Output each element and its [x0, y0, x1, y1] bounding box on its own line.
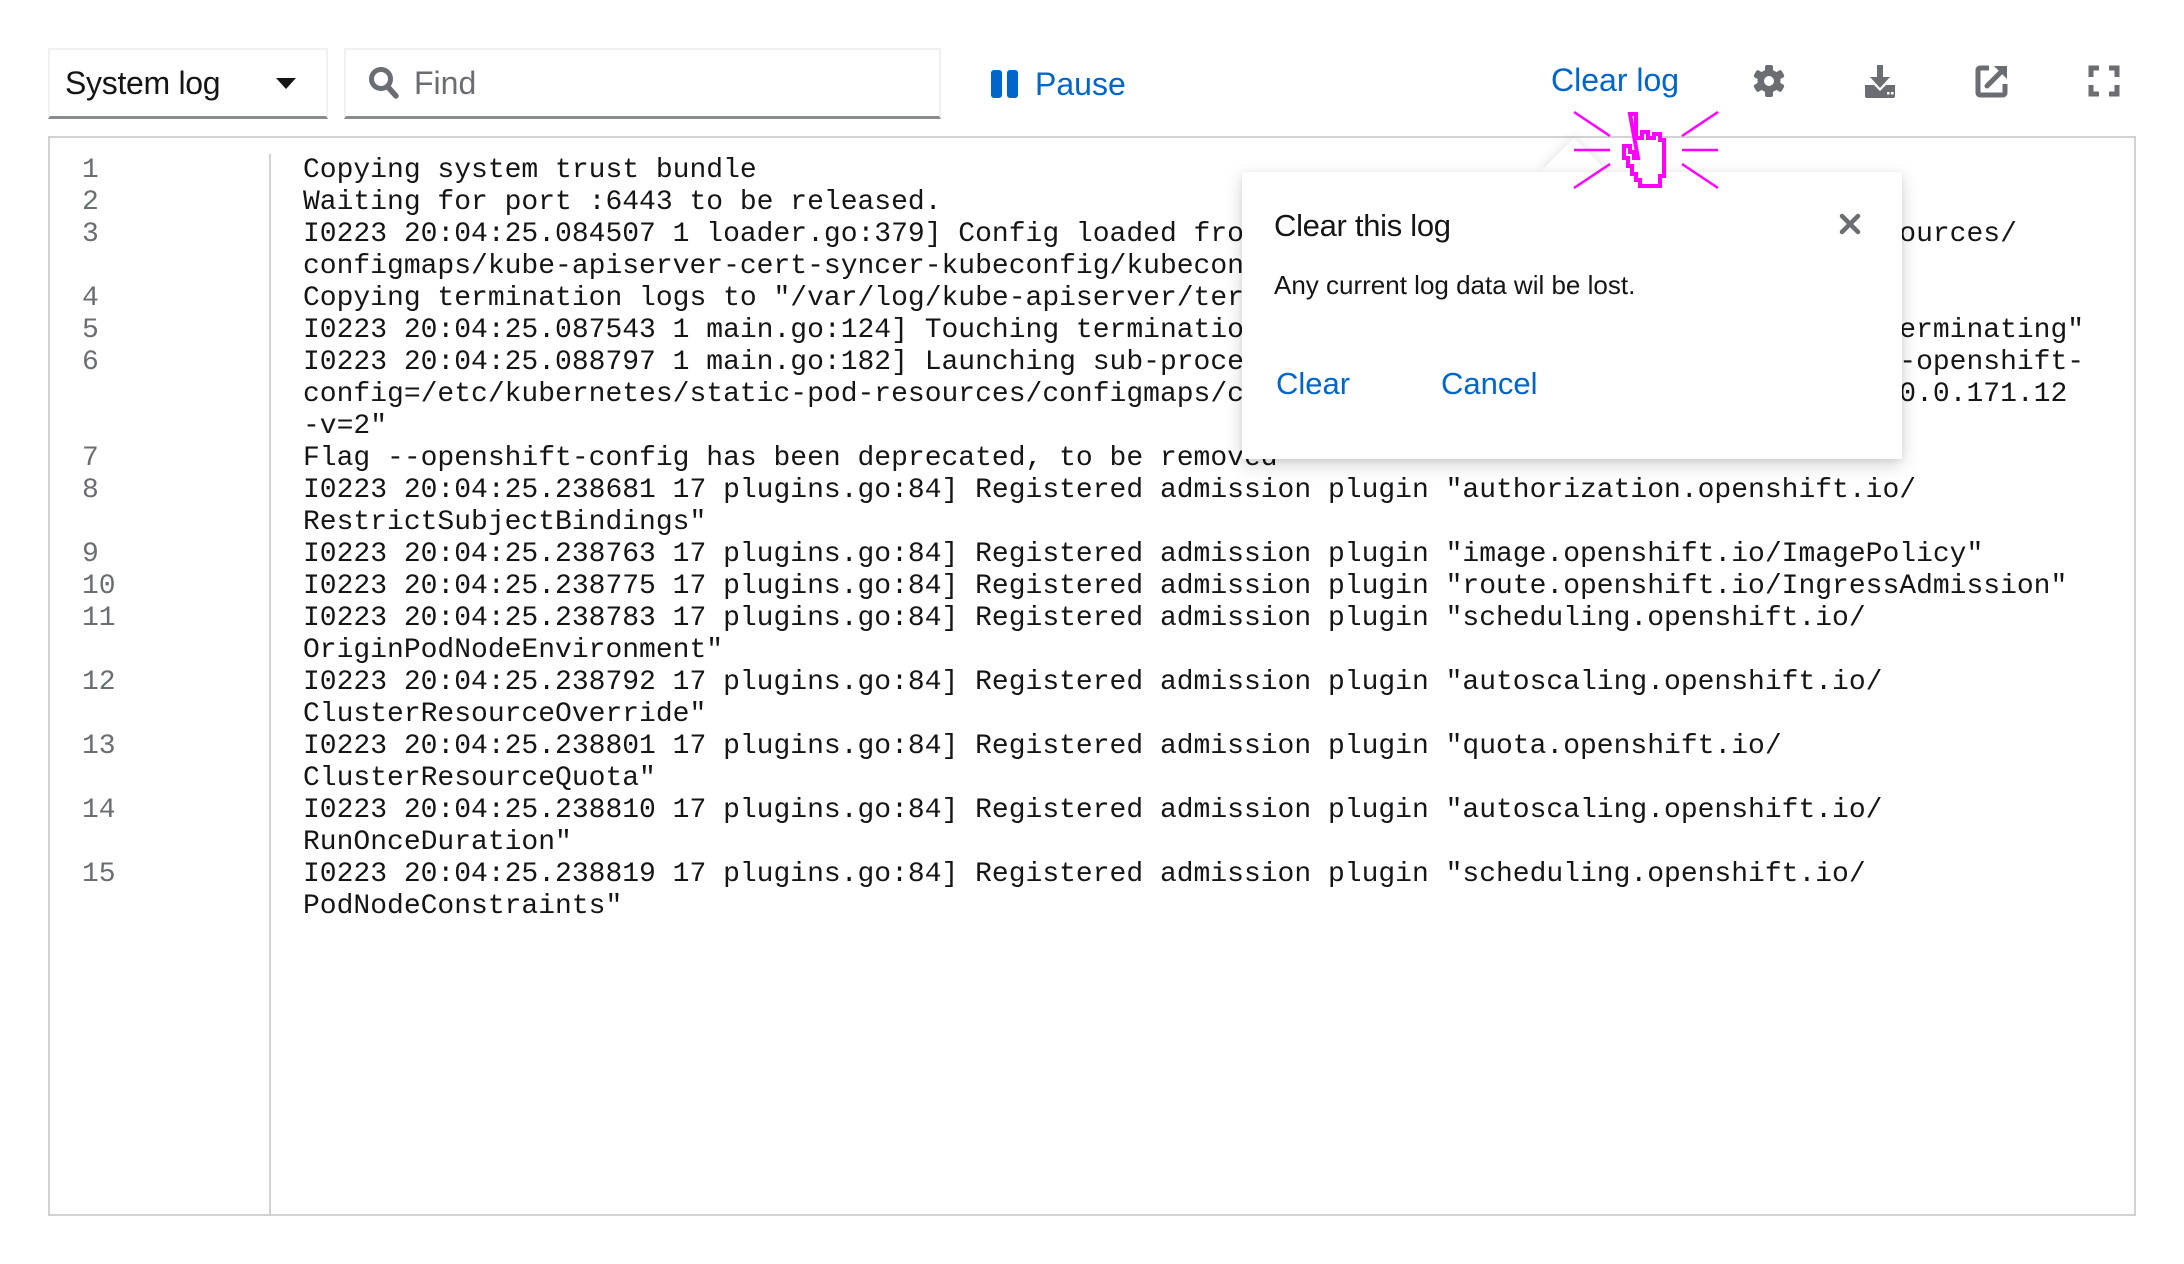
log-line-continuation: ClusterResourceQuota" [50, 763, 2134, 795]
line-number: 4 [82, 283, 99, 314]
fullscreen-icon [2088, 65, 2120, 97]
find-input[interactable] [414, 64, 894, 102]
cancel-button[interactable]: Cancel [1441, 366, 1538, 402]
log-line-text: OriginPodNodeEnvironment" [303, 635, 724, 666]
log-line: 12 I0223 20:04:25.238792 17 plugins.go:84… [50, 667, 2134, 699]
caret-down-icon [276, 77, 296, 89]
popover-close-button[interactable] [1838, 212, 1862, 236]
log-line-text: RunOnceDuration" [303, 827, 572, 858]
line-number [50, 699, 270, 731]
line-number: 11 [82, 603, 116, 634]
log-line-text: I0223 20:04:25.238775 17 plugins.go:84] … [303, 571, 2068, 602]
line-number: 9 [82, 539, 99, 570]
external-link-icon [1975, 65, 2008, 98]
log-line: 9 I0223 20:04:25.238763 17 plugins.go:84]… [50, 539, 2134, 571]
pause-icon [991, 70, 1018, 98]
log-line: 8 I0223 20:04:25.238681 17 plugins.go:84]… [50, 475, 2134, 507]
line-number: 12 [82, 667, 116, 698]
log-line-continuation: ClusterResourceOverride" [50, 699, 2134, 731]
log-source-select[interactable]: System log [48, 48, 328, 119]
line-number: 14 [82, 795, 116, 826]
log-line-text: PodNodeConstraints" [303, 891, 623, 922]
download-icon [1865, 65, 1895, 98]
line-number: 5 [82, 315, 99, 346]
log-line-continuation: OriginPodNodeEnvironment" [50, 635, 2134, 667]
log-line-text: ClusterResourceQuota" [303, 763, 656, 794]
line-number: 10 [82, 571, 116, 602]
log-line-text: I0223 20:04:25.238681 17 plugins.go:84] … [303, 475, 1917, 506]
log-line-text: RestrictSubjectBindings" [303, 507, 707, 538]
line-number: 13 [82, 731, 116, 762]
download-button[interactable] [1863, 64, 1897, 98]
log-line: 14 I0223 20:04:25.238810 17 plugins.go:84… [50, 795, 2134, 827]
popover-title: Clear this log [1274, 208, 1451, 243]
search-icon [369, 67, 399, 99]
clear-log-popover: Clear this log Any current log data wil … [1242, 172, 1902, 459]
find-field[interactable] [344, 48, 941, 119]
log-line-continuation: RunOnceDuration" [50, 827, 2134, 859]
line-number: 2 [82, 187, 99, 218]
popover-body: Any current log data wil be lost. [1274, 270, 1636, 300]
line-number [50, 251, 270, 283]
close-icon [1839, 213, 1861, 235]
log-line-text: I0223 20:04:25.238819 17 plugins.go:84] … [303, 859, 1866, 890]
line-number [50, 507, 270, 539]
log-line: 10 I0223 20:04:25.238775 17 plugins.go:84… [50, 571, 2134, 603]
line-number [50, 891, 270, 923]
log-line-continuation: RestrictSubjectBindings" [50, 507, 2134, 539]
line-number: 6 [82, 347, 99, 378]
log-line-text: I0223 20:04:25.238783 17 plugins.go:84] … [303, 603, 1866, 634]
log-line: 11 I0223 20:04:25.238783 17 plugins.go:84… [50, 603, 2134, 635]
confirm-clear-button[interactable]: Clear [1276, 366, 1350, 402]
clear-log-button[interactable]: Clear log [1551, 62, 1679, 99]
fullscreen-button[interactable] [2087, 64, 2121, 98]
log-line: 13 I0223 20:04:25.238801 17 plugins.go:84… [50, 731, 2134, 763]
open-in-new-window-button[interactable] [1975, 64, 2009, 98]
log-line-text: ClusterResourceOverride" [303, 699, 707, 730]
log-line-continuation: PodNodeConstraints" [50, 891, 2134, 923]
line-number: 8 [82, 475, 99, 506]
log-line: 15 I0223 20:04:25.238819 17 plugins.go:84… [50, 859, 2134, 891]
line-number [50, 411, 270, 443]
line-number [50, 635, 270, 667]
log-line-text: I0223 20:04:25.238792 17 plugins.go:84] … [303, 667, 1883, 698]
pause-button[interactable]: Pause [991, 64, 1126, 104]
line-number [50, 763, 270, 795]
settings-icon [1753, 65, 1785, 97]
log-line-text: I0223 20:04:25.238810 17 plugins.go:84] … [303, 795, 1883, 826]
log-line-text: I0223 20:04:25.238801 17 plugins.go:84] … [303, 731, 1782, 762]
log-line-text: I0223 20:04:25.238763 17 plugins.go:84] … [303, 539, 1984, 570]
settings-button[interactable] [1752, 64, 1786, 98]
line-number: 7 [82, 443, 99, 474]
line-number: 1 [82, 155, 99, 186]
line-number: 15 [82, 859, 116, 890]
line-number [50, 827, 270, 859]
pause-button-label: Pause [1035, 65, 1126, 102]
line-number: 3 [82, 219, 99, 250]
log-source-select-value: System log [65, 64, 221, 101]
line-number [50, 379, 270, 411]
